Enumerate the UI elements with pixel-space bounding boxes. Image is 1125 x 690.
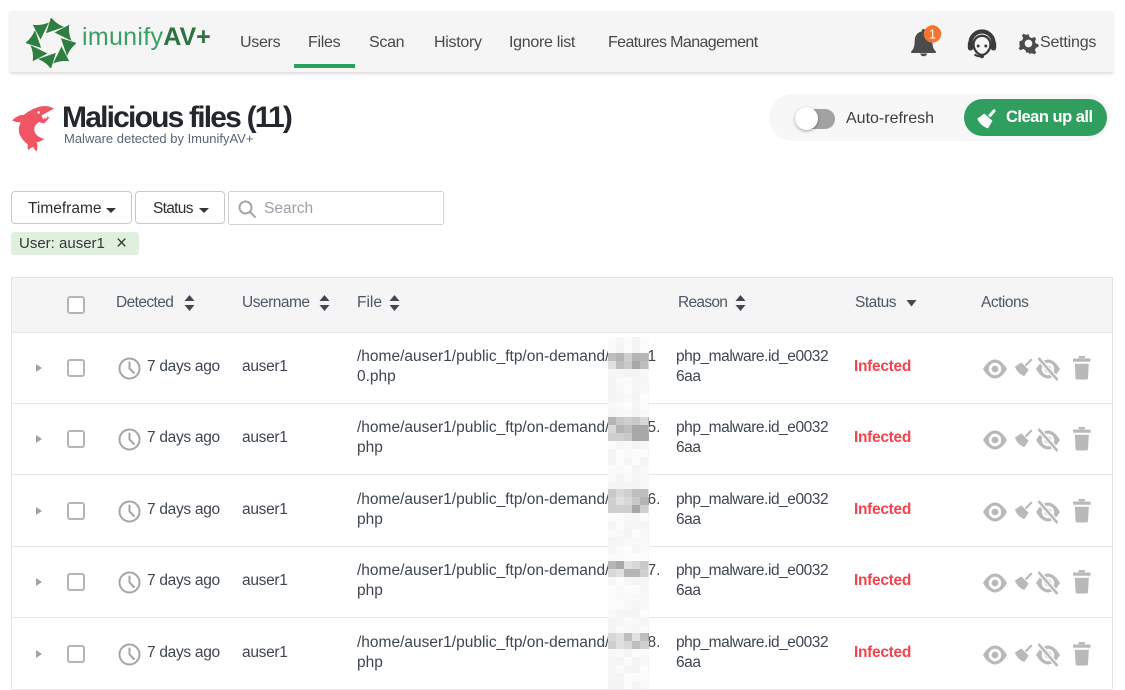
svg-text:1: 1	[929, 27, 936, 41]
